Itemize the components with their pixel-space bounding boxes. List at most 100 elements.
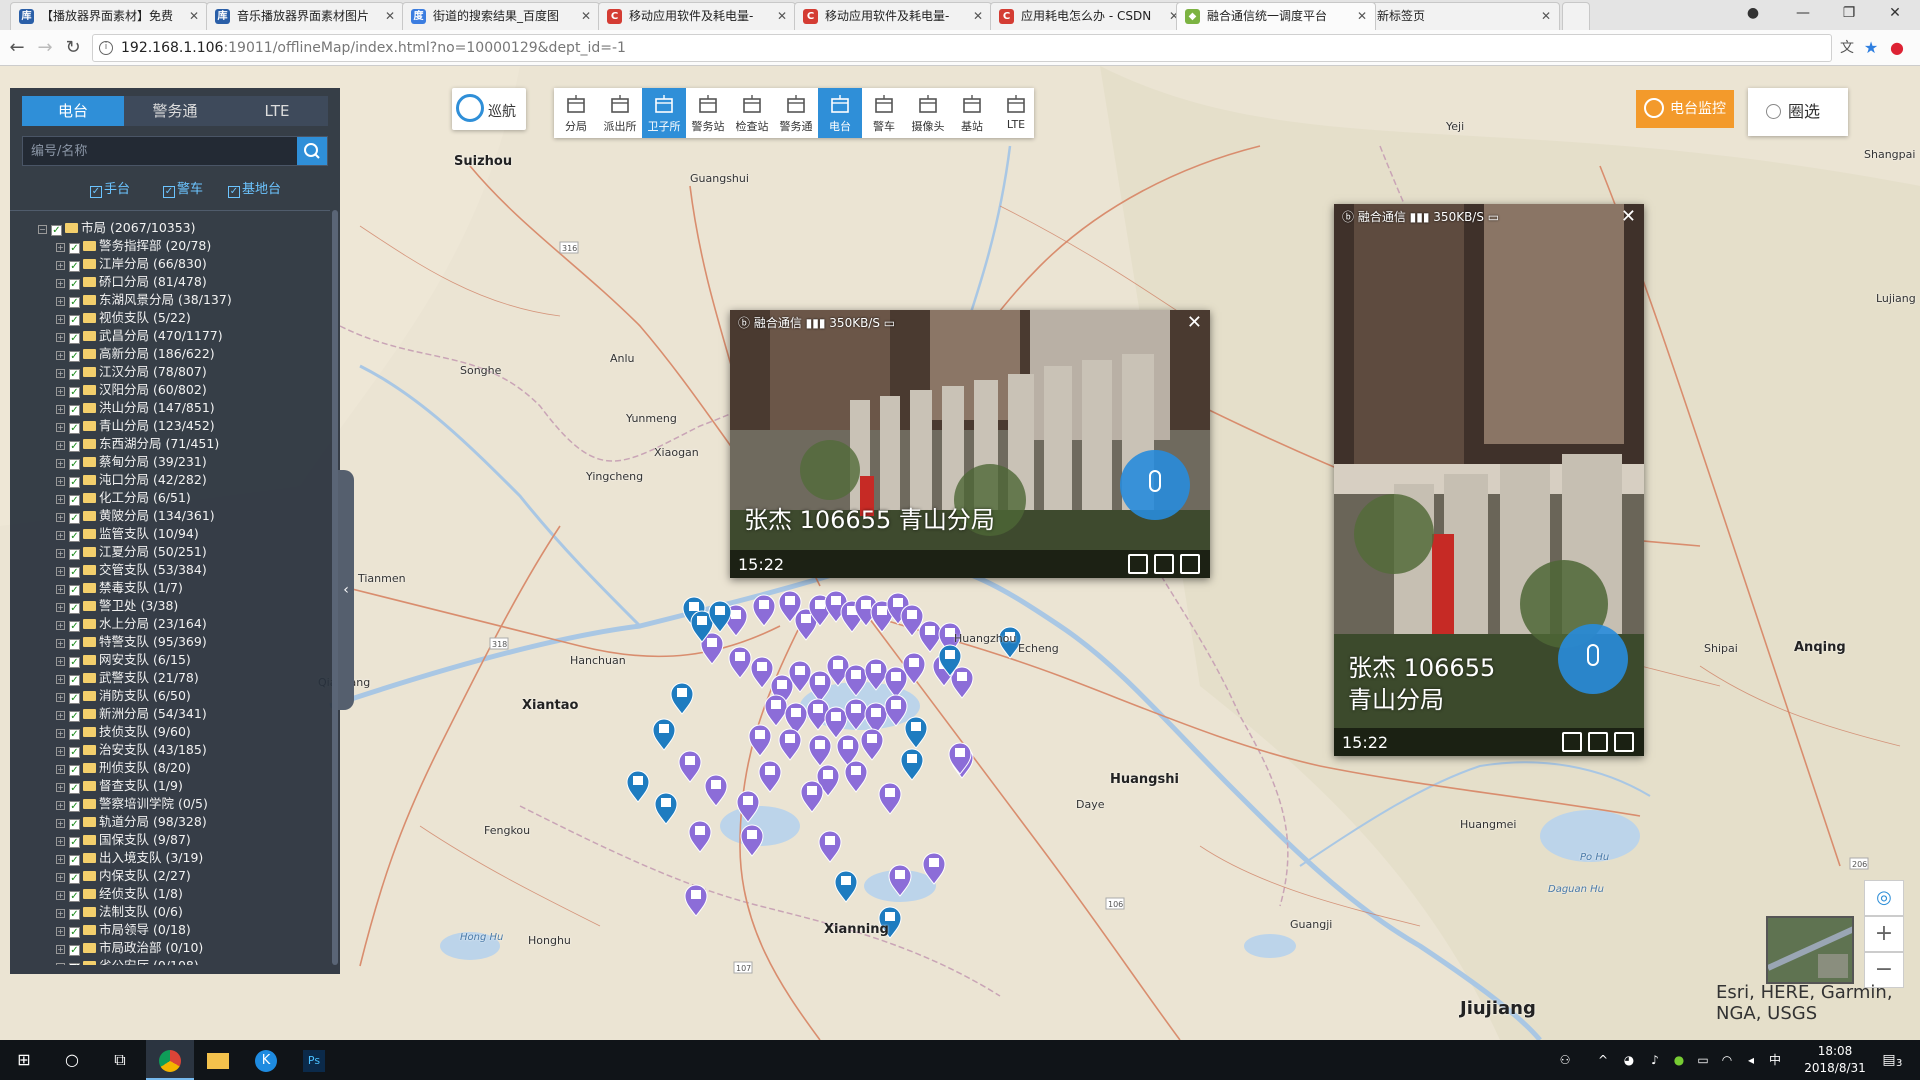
expand-node-icon[interactable]: +: [56, 855, 65, 864]
tree-node[interactable]: + ✓ 东湖风景分局 (38/137): [56, 289, 232, 308]
tree-node[interactable]: + ✓ 禁毒支队 (1/7): [56, 577, 183, 596]
tree-node[interactable]: + ✓ 高新分局 (186/622): [56, 343, 215, 362]
search-input[interactable]: [23, 137, 293, 165]
search-button[interactable]: [297, 137, 327, 165]
tree-node[interactable]: + ✓ 省公安厅 (0/108): [56, 955, 199, 965]
tree-node[interactable]: + ✓ 出入境支队 (3/19): [56, 847, 203, 866]
security-icon[interactable]: ●: [1670, 1051, 1688, 1069]
expand-node-icon[interactable]: +: [56, 819, 65, 828]
circle-select-toggle[interactable]: 圈选: [1748, 88, 1848, 136]
close-icon[interactable]: ✕: [1187, 312, 1202, 333]
tree-node[interactable]: + ✓ 江岸分局 (66/830): [56, 253, 207, 272]
expand-node-icon[interactable]: +: [56, 441, 65, 450]
new-tab-button[interactable]: [1562, 2, 1590, 30]
qq-icon[interactable]: ◕: [1620, 1051, 1638, 1069]
tree-node[interactable]: + ✓ 硚口分局 (81/478): [56, 271, 207, 290]
tree-node[interactable]: + ✓ 新洲分局 (54/341): [56, 703, 207, 722]
system-clock[interactable]: 18:08 2018/8/31: [1800, 1043, 1870, 1077]
expand-node-icon[interactable]: +: [56, 711, 65, 720]
patrol-button[interactable]: 巡航: [452, 88, 526, 130]
tree-node[interactable]: + ✓ 武昌分局 (470/1177): [56, 325, 223, 344]
video-window-large[interactable]: ⓑ 融合通信 ▮▮▮ 350KB/S ▭ ✕ 张杰 106655 青山分局 15…: [1334, 204, 1644, 756]
mic-button[interactable]: [1558, 624, 1628, 694]
close-tab-icon[interactable]: ✕: [1357, 3, 1367, 30]
tree-node[interactable]: + ✓ 江汉分局 (78/807): [56, 361, 207, 380]
browser-tab-active[interactable]: ◆ 融合通信统一调度平台 ✕: [1176, 2, 1376, 30]
expand-node-icon[interactable]: +: [56, 333, 65, 342]
forward-icon[interactable]: →: [32, 36, 58, 60]
layer-checkpoint-post-button[interactable]: 卫子所: [642, 88, 686, 138]
tree-node[interactable]: + ✓ 警察培训学院 (0/5): [56, 793, 208, 812]
bell-icon[interactable]: ♪: [1646, 1051, 1664, 1069]
tree-node[interactable]: + ✓ 洪山分局 (147/851): [56, 397, 215, 416]
tree-node[interactable]: + ✓ 内保支队 (2/27): [56, 865, 191, 884]
fullscreen-icon[interactable]: [1614, 732, 1634, 752]
tree-node[interactable]: + ✓ 市局领导 (0/18): [56, 919, 191, 938]
expand-node-icon[interactable]: +: [56, 261, 65, 270]
browser-tab[interactable]: C 移动应用软件及耗电量- ✕: [794, 2, 992, 30]
popout-icon[interactable]: [1588, 732, 1608, 752]
volume-icon[interactable]: ◂: [1742, 1051, 1760, 1069]
tree-node[interactable]: + ✓ 技侦支队 (9/60): [56, 721, 191, 740]
collapse-panel-button[interactable]: ‹: [338, 470, 354, 710]
close-tab-icon[interactable]: ✕: [1541, 3, 1551, 30]
network-icon[interactable]: ▭: [1694, 1051, 1712, 1069]
expand-node-icon[interactable]: +: [56, 837, 65, 846]
kugou-icon[interactable]: K: [242, 1040, 290, 1080]
tree-node[interactable]: + ✓ 沌口分局 (42/282): [56, 469, 207, 488]
back-icon[interactable]: ←: [4, 36, 30, 60]
tree-node[interactable]: + ✓ 市局政治部 (0/10): [56, 937, 203, 956]
bookmark-star-icon[interactable]: ★: [1858, 36, 1884, 60]
close-tab-icon[interactable]: ✕: [385, 3, 395, 30]
layer-police-station-button[interactable]: 派出所: [598, 88, 642, 138]
video-window-small[interactable]: ⓑ 融合通信 ▮▮▮ 350KB/S ▭ ✕ 张杰 106655 青山分局 15…: [730, 310, 1210, 578]
translate-icon[interactable]: 文: [1834, 36, 1860, 60]
browser-tab[interactable]: C 应用耗电怎么办 - CSDN ✕: [990, 2, 1188, 30]
expand-node-icon[interactable]: +: [56, 675, 65, 684]
expand-node-icon[interactable]: +: [56, 639, 65, 648]
expand-node-icon[interactable]: +: [56, 891, 65, 900]
expand-node-icon[interactable]: +: [56, 873, 65, 882]
tree-node[interactable]: + ✓ 轨道分局 (98/328): [56, 811, 207, 830]
expand-node-icon[interactable]: +: [56, 549, 65, 558]
tree-node[interactable]: + ✓ 治安支队 (43/185): [56, 739, 207, 758]
close-tab-icon[interactable]: ✕: [189, 3, 199, 30]
tree-node[interactable]: + ✓ 东西湖分局 (71/451): [56, 433, 219, 452]
layer-branch-office-button[interactable]: 分局: [554, 88, 598, 138]
browser-tab[interactable]: 库【播放器界面素材】免费 ✕: [10, 2, 208, 30]
locate-button[interactable]: ◎: [1864, 880, 1904, 916]
filter-police-car[interactable]: ✓ 警车: [163, 178, 203, 198]
radio-monitor-button[interactable]: 电台监控: [1636, 90, 1734, 128]
mic-button[interactable]: [1120, 450, 1190, 520]
expand-node-icon[interactable]: +: [56, 747, 65, 756]
expand-node-icon[interactable]: +: [56, 513, 65, 522]
expand-node-icon[interactable]: +: [56, 459, 65, 468]
file-explorer-icon[interactable]: [194, 1040, 242, 1080]
expand-node-icon[interactable]: +: [56, 351, 65, 360]
minimize-icon[interactable]: —: [1780, 0, 1826, 28]
split-icon[interactable]: [1562, 732, 1582, 752]
tree-node[interactable]: + ✓ 国保支队 (9/87): [56, 829, 191, 848]
expand-node-icon[interactable]: +: [56, 945, 65, 954]
browser-tab[interactable]: 库音乐播放器界面素材图片 ✕: [206, 2, 404, 30]
close-tab-icon[interactable]: ✕: [581, 3, 591, 30]
tree-node[interactable]: + ✓ 黄陂分局 (134/361): [56, 505, 215, 524]
tree-node[interactable]: + ✓ 交管支队 (53/384): [56, 559, 207, 578]
url-field[interactable]: i 192.168.1.106:19011/offlineMap/index.ht…: [92, 34, 1832, 62]
fullscreen-icon[interactable]: [1180, 554, 1200, 574]
tree-node[interactable]: + ✓ 视侦支队 (5/22): [56, 307, 191, 326]
tree-node[interactable]: + ✓ 网安支队 (6/15): [56, 649, 191, 668]
expand-node-icon[interactable]: +: [56, 729, 65, 738]
expand-node-icon[interactable]: +: [56, 963, 65, 965]
browser-tab[interactable]: 新标签页 ✕: [1364, 2, 1560, 30]
task-view-icon[interactable]: ⧉: [96, 1040, 144, 1080]
expand-node-icon[interactable]: +: [56, 603, 65, 612]
extension-icon[interactable]: ●: [1884, 36, 1910, 60]
expand-node-icon[interactable]: +: [56, 783, 65, 792]
chrome-icon[interactable]: [146, 1040, 194, 1080]
layer-police-kiosk-button[interactable]: 警务站: [686, 88, 730, 138]
ime-indicator[interactable]: 中: [1766, 1051, 1784, 1069]
close-window-icon[interactable]: ✕: [1872, 0, 1918, 28]
tree-node[interactable]: + ✓ 武警支队 (21/78): [56, 667, 199, 686]
close-tab-icon[interactable]: ✕: [973, 3, 983, 30]
